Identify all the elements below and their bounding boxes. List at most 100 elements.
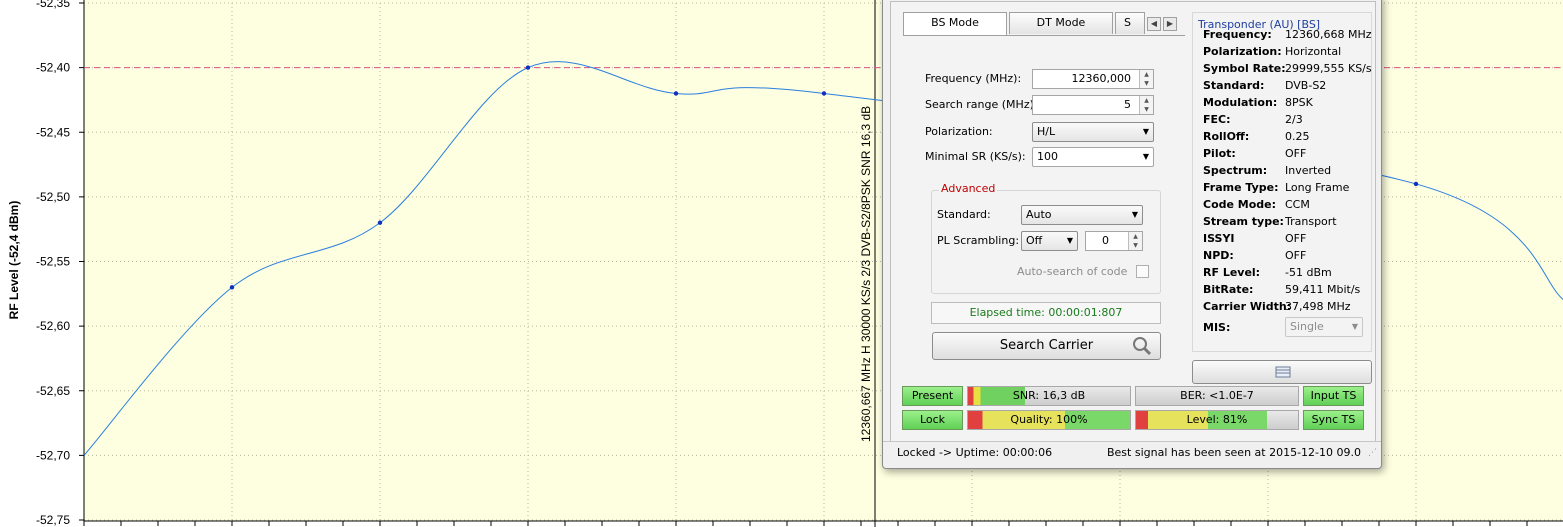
snr-text: SNR: 16,3 dB [1012,389,1086,402]
transponder-key: Frequency: [1203,28,1272,41]
expand-button[interactable] [1192,360,1372,384]
lock-indicator: Lock [902,410,963,430]
tab-scroll-left-icon[interactable]: ◀ [1147,17,1161,31]
transponder-value: 37,498 MHz [1285,300,1351,313]
search-range-input[interactable]: 5 ▲ ▼ [1032,95,1154,115]
transponder-value: Long Frame [1285,181,1350,194]
transponder-key: RollOff: [1203,130,1250,143]
transponder-key: Polarization: [1203,45,1282,58]
transponder-value: 59,411 Mbit/s [1285,283,1361,296]
mis-label: MIS: [1203,321,1231,334]
chevron-down-icon: ▼ [1131,210,1138,219]
transponder-key: Carrier Width: [1203,300,1292,313]
search-range-value: 5 [1124,98,1131,111]
transponder-value: -51 dBm [1285,266,1332,279]
y-tick-label: -52,50 [36,190,70,204]
search-range-label: Search range (MHz): [925,98,1038,111]
tab-scroll-right-icon[interactable]: ▶ [1163,17,1177,31]
pl-scrambling-select[interactable]: Off ▼ [1021,231,1078,251]
frequency-spinner-icon[interactable]: ▲ ▼ [1139,70,1153,88]
y-tick-label: -52,65 [36,384,70,398]
tab-bs-mode[interactable]: BS Mode [903,12,1007,36]
data-point [229,285,235,290]
y-tick-label: -52,45 [36,125,70,139]
transponder-key: FEC: [1203,113,1231,126]
resize-grip-icon[interactable]: ⋰ [1368,442,1377,464]
input-ts-indicator: Input TS [1303,386,1364,406]
transponder-value: 12360,668 MHz [1285,28,1372,41]
search-carrier-label: Search Carrier [999,338,1094,353]
transponder-value: Transport [1285,215,1337,228]
sync-ts-indicator: Sync TS [1303,410,1364,430]
polarization-select[interactable]: H/L ▼ [1032,122,1154,142]
pl-code-value: 0 [1102,234,1109,247]
pl-scrambling-value: Off [1026,234,1043,247]
pl-code-input[interactable]: 0 ▲ ▼ [1085,231,1143,251]
y-tick-label: -52,60 [36,319,70,333]
transponder-value: DVB-S2 [1285,79,1327,92]
frequency-value: 12360,000 [1071,72,1132,85]
transponder-value: OFF [1285,249,1307,262]
mis-value: Single [1290,320,1324,333]
transponder-key: RF Level: [1203,266,1261,279]
transponder-key: Spectrum: [1203,164,1268,177]
search-range-spinner-icon[interactable]: ▲ ▼ [1139,96,1153,114]
search-carrier-button[interactable]: Search Carrier [932,332,1161,360]
frequency-input[interactable]: 12360,000 ▲ ▼ [1032,69,1154,89]
search-icon [1133,337,1152,356]
marker-label: 12360,667 MHz H 30000 KS/s 2/3 DVB-S2/8P… [859,106,873,442]
level-meter: Level: 81% [1135,410,1299,430]
status-bar: Locked -> Uptime: 00:00:06 Best signal h… [883,441,1381,463]
data-point [673,91,679,96]
quality-meter: Quality: 100% [967,410,1131,430]
transponder-value: OFF [1285,147,1307,160]
dialog-body: BS Mode DT Mode S ◀ ▶ Frequency (MHz): 1… [890,1,1376,457]
transponder-key: BitRate: [1203,283,1254,296]
transponder-key: Frame Type: [1203,181,1279,194]
data-point [1413,181,1419,187]
polarization-label: Polarization: [925,125,993,138]
transponder-value: 2/3 [1285,113,1303,126]
chevron-down-icon: ▼ [1066,236,1073,245]
y-tick-label: -52,70 [36,448,70,462]
tab-dt-mode[interactable]: DT Mode [1009,12,1113,34]
transponder-key: Modulation: [1203,96,1278,109]
transponder-value: OFF [1285,232,1307,245]
y-axis-label: RF Level (-52,4 dBm) [7,201,21,320]
tab-s[interactable]: S [1115,12,1145,34]
standard-select[interactable]: Auto ▼ [1021,205,1143,225]
transponder-key: Stream type: [1203,215,1284,228]
transponder-key: Symbol Rate: [1203,62,1286,75]
transponder-key: Code Mode: [1203,198,1277,211]
minimal-sr-value: 100 [1037,150,1058,163]
standard-value: Auto [1026,208,1052,221]
elapsed-time: Elapsed time: 00:00:01:807 [931,302,1161,324]
best-signal-status: Best signal has been seen at 2015-12-10 … [1106,446,1361,459]
level-text: Level: 81% [1186,413,1248,426]
present-indicator: Present [902,386,963,406]
chevron-down-icon: ▼ [1142,152,1149,161]
chevron-down-icon: ▼ [1142,127,1149,136]
y-tick-label: -52,35 [36,0,70,10]
autosearch-label: Auto-search of code [1017,265,1128,278]
pl-scrambling-label: PL Scrambling: [937,234,1020,247]
minimal-sr-label: Minimal SR (KS/s): [925,150,1026,163]
transponder-value: 29999,555 KS/s [1285,62,1372,75]
pl-code-spinner-icon[interactable]: ▲ ▼ [1128,232,1142,250]
transponder-key: Standard: [1203,79,1265,92]
snr-meter: SNR: 16,3 dB [967,386,1131,406]
transponder-key: Pilot: [1203,147,1236,160]
transponder-key: ISSYI [1203,232,1235,245]
autosearch-checkbox[interactable] [1136,265,1149,278]
transponder-value: Horizontal [1285,45,1342,58]
mis-select[interactable]: Single ▼ [1285,317,1363,337]
ber-meter: BER: <1.0E-7 [1135,386,1299,406]
window-icon [1275,366,1291,378]
quality-text: Quality: 100% [1010,413,1088,426]
transponder-key: NPD: [1203,249,1234,262]
carrier-search-dialog: BS Mode DT Mode S ◀ ▶ Frequency (MHz): 1… [882,0,1382,469]
data-point [377,220,383,225]
chevron-down-icon: ▼ [1351,322,1358,331]
minimal-sr-select[interactable]: 100 ▼ [1032,147,1154,167]
ber-text: BER: <1.0E-7 [1180,389,1254,402]
